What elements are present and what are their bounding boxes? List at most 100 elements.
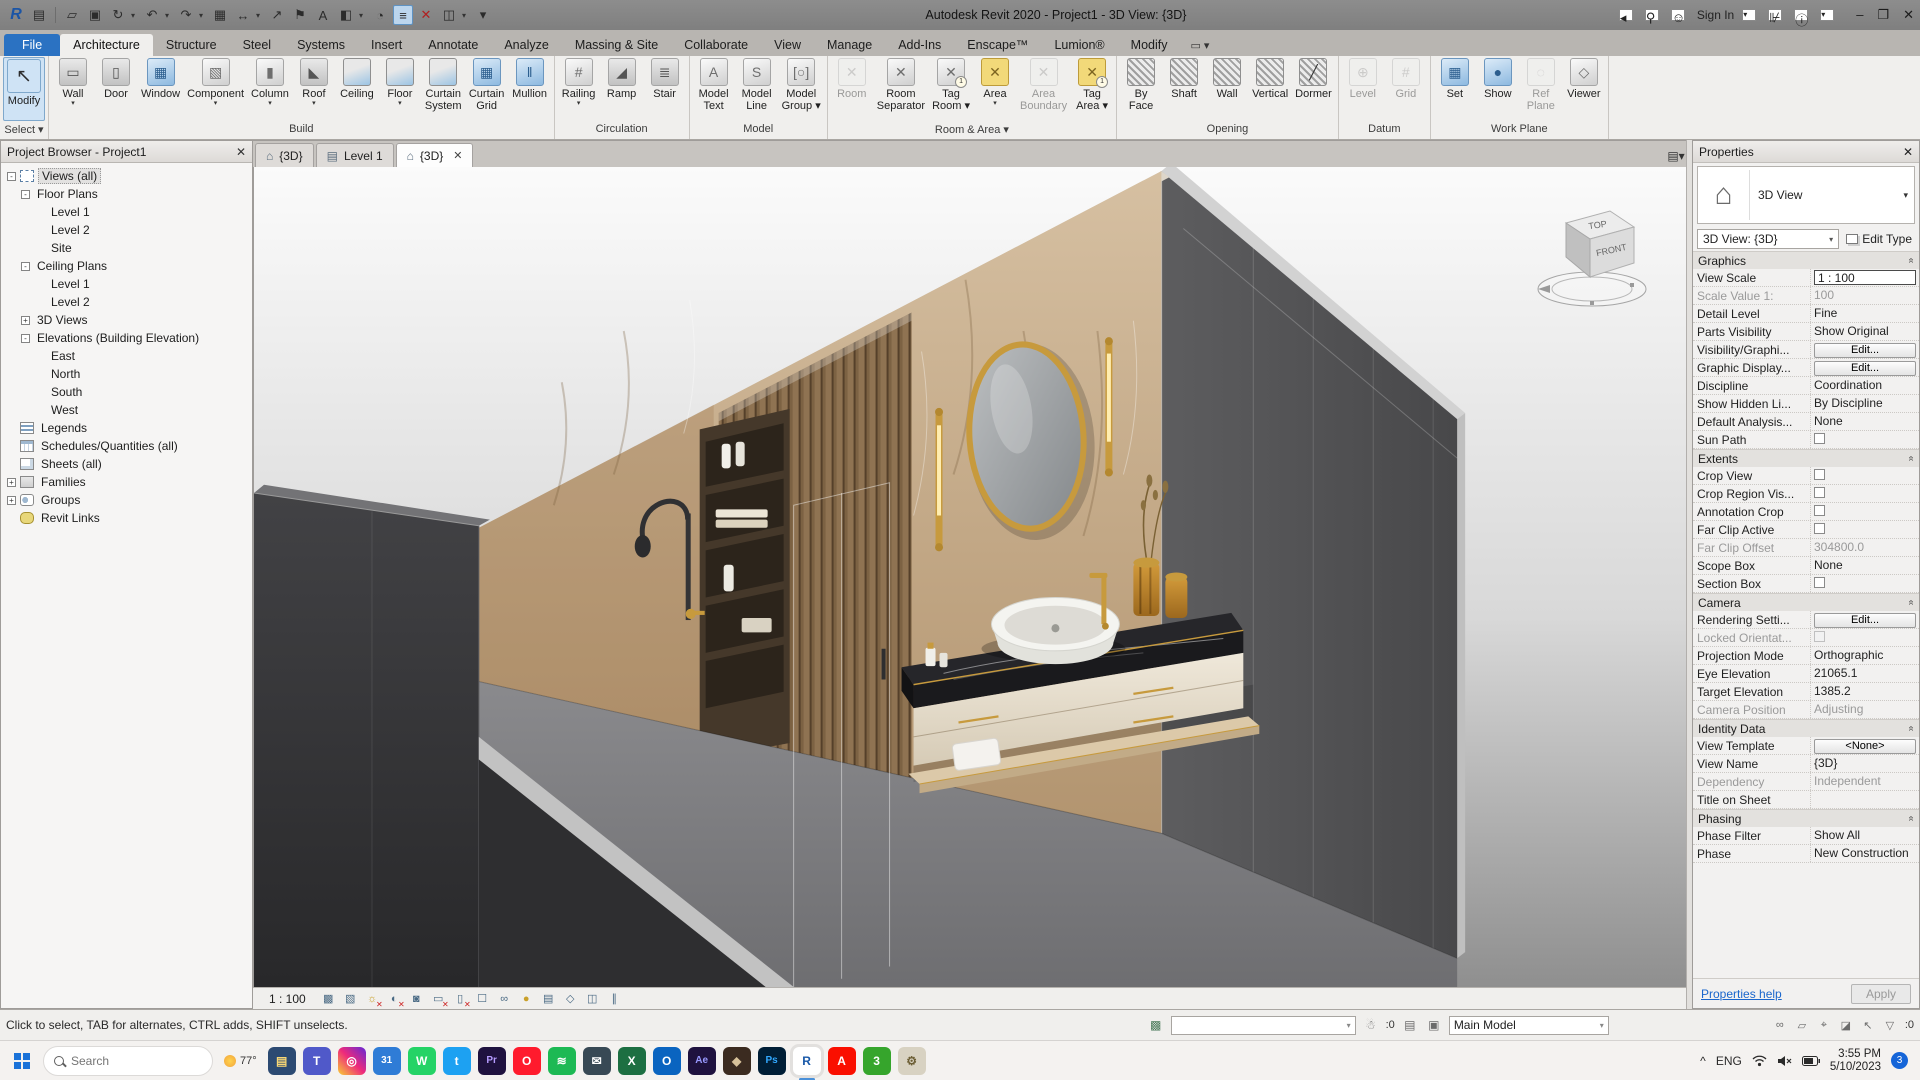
panel-label[interactable]: Opening (1117, 122, 1338, 139)
curtain-grid-button[interactable]: ▦ Curtain Grid (466, 57, 508, 121)
property-value[interactable]: Show Original (1811, 323, 1919, 340)
panel-label[interactable]: Model (690, 122, 827, 139)
tree-expander-plus-icon[interactable]: + (21, 315, 30, 325)
tree-item[interactable]: South (1, 383, 252, 401)
tag-by-category-icon[interactable]: ⚑ (290, 5, 310, 25)
analytical-model-icon[interactable]: ◇ (562, 991, 579, 1007)
set-button[interactable]: ▦ Set (1434, 57, 1476, 121)
property-value[interactable]: None (1811, 413, 1919, 430)
checkbox[interactable] (1814, 577, 1825, 588)
section-header-phasing[interactable]: Phasing « (1693, 809, 1919, 827)
model-line-button[interactable]: S Model Line (736, 57, 778, 121)
panel-label[interactable]: Circulation (555, 122, 689, 139)
temporary-hide-isolate-icon[interactable]: ∞ (496, 991, 513, 1007)
twitter-app-icon[interactable]: t (442, 1046, 471, 1075)
view-scale-button[interactable]: 1 : 100 (261, 991, 314, 1007)
property-value[interactable]: 100 (1811, 287, 1919, 304)
photoshop-app-icon[interactable]: Ps (757, 1046, 786, 1075)
model-text-button[interactable]: A Model Text (693, 57, 735, 121)
switch-windows-dropdown-icon[interactable]: ▾ (462, 11, 470, 20)
tree-expander-plus-icon[interactable]: + (7, 495, 16, 505)
tree-expander-minus-icon[interactable]: - (21, 333, 30, 343)
tree-item[interactable]: Level 1 (1, 203, 252, 221)
room-separator-button[interactable]: ✕ Room Separator (874, 57, 928, 121)
tree-item[interactable]: Level 1 (1, 275, 252, 293)
instagram-app-icon[interactable]: ◎ (337, 1046, 366, 1075)
undo-icon[interactable]: ↶ (142, 5, 162, 25)
select-pinned-icon[interactable]: ⌖ (1815, 1017, 1833, 1033)
wall-button[interactable]: Wall (1206, 57, 1248, 121)
render-app-app-icon[interactable]: ◆ (722, 1046, 751, 1075)
user-icon[interactable]: ☺ (1670, 9, 1685, 25)
window-button[interactable]: ▦ Window (138, 57, 183, 121)
property-edit-button[interactable]: Edit... (1814, 342, 1916, 358)
tree-item[interactable]: North (1, 365, 252, 383)
sign-in-button[interactable]: Sign In (1697, 8, 1734, 22)
panel-label[interactable]: Build (49, 122, 554, 139)
whatsapp-app-icon[interactable]: W (407, 1046, 436, 1075)
open-icon[interactable]: ▱ (62, 5, 82, 25)
after-effects-app-icon[interactable]: Ae (687, 1046, 716, 1075)
viewer-button[interactable]: ◇ Viewer (1563, 57, 1605, 121)
by-face-button[interactable]: By Face (1120, 57, 1162, 121)
properties-close-icon[interactable]: ✕ (1903, 145, 1913, 159)
editing-requests-icon[interactable]: ☃ (1362, 1017, 1380, 1033)
ribbon-tab-architecture[interactable]: Architecture (60, 34, 153, 56)
tree-expander-minus-icon[interactable]: - (21, 261, 30, 271)
detail-level-icon[interactable]: ▧ (342, 991, 359, 1007)
tree-item[interactable]: + Groups (1, 491, 252, 509)
property-value[interactable]: <None> (1811, 737, 1919, 754)
tree-item[interactable]: - Views (all) (1, 167, 252, 185)
thin-lines-icon[interactable]: ≡ (393, 5, 413, 25)
ribbon-tab-modify[interactable]: Modify (1118, 34, 1181, 56)
settings-app-icon[interactable]: ⚙ (897, 1046, 926, 1075)
tree-item[interactable]: Level 2 (1, 221, 252, 239)
dormer-button[interactable]: ╱ Dormer (1292, 57, 1335, 121)
floor-button[interactable]: Floor ▾ (379, 57, 421, 121)
calendar-app-icon[interactable]: 31 (372, 1046, 401, 1075)
property-value[interactable]: Edit... (1811, 341, 1919, 358)
wifi-icon[interactable] (1752, 1055, 1767, 1067)
select-by-face-icon[interactable]: ◪ (1837, 1017, 1855, 1033)
opera-app-icon[interactable]: O (512, 1046, 541, 1075)
property-input[interactable]: 1 : 100 (1814, 270, 1916, 285)
design-option-select[interactable]: Main Model ▾ (1448, 1015, 1609, 1035)
ribbon-tab-structure[interactable]: Structure (153, 34, 230, 56)
type-selector[interactable]: ⌂ 3D View ▾ (1697, 166, 1915, 224)
ribbon-tab-collaborate[interactable]: Collaborate (671, 34, 761, 56)
property-value[interactable]: 21065.1 (1811, 665, 1919, 682)
tree-item[interactable]: West (1, 401, 252, 419)
property-value[interactable]: 1 : 100 (1811, 269, 1919, 286)
checkbox[interactable] (1814, 433, 1825, 444)
ribbon-tab-massing-site[interactable]: Massing & Site (562, 34, 671, 56)
close-hidden-windows-icon[interactable]: ✕ (416, 5, 436, 25)
selection-filter-icon[interactable]: ▽ (1881, 1017, 1899, 1033)
view-tab-2[interactable]: ⌂ {3D} ✕ (395, 143, 474, 167)
view-tab-0[interactable]: ⌂ {3D} (255, 143, 314, 167)
mullion-button[interactable]: ‖ Mullion (509, 57, 551, 121)
modify-button[interactable]: ↖ Modify (3, 57, 45, 121)
vertical-button[interactable]: Vertical (1249, 57, 1291, 121)
roof-button[interactable]: ◣ Roof ▾ (293, 57, 335, 121)
property-value[interactable] (1811, 791, 1919, 808)
tree-expander-minus-icon[interactable]: - (21, 189, 30, 199)
drawing-area[interactable]: TOP FRONT (253, 167, 1686, 987)
design-options-icon[interactable]: ▤ (1401, 1017, 1419, 1033)
volume-muted-icon[interactable] (1777, 1055, 1792, 1067)
section-header-graphics[interactable]: Graphics « (1693, 251, 1919, 269)
measure-icon[interactable]: ↔ (233, 5, 253, 25)
property-value[interactable]: None (1811, 557, 1919, 574)
revit-logo-icon[interactable]: R (6, 5, 26, 25)
ribbon-display-toggle[interactable]: ▭ ▾ (1186, 35, 1213, 56)
revit-app-icon[interactable]: R (792, 1046, 821, 1080)
property-value[interactable] (1811, 521, 1919, 538)
checkbox[interactable] (1814, 469, 1825, 480)
property-edit-button[interactable]: <None> (1814, 738, 1916, 754)
render-dialog-icon[interactable]: ◙ (408, 991, 425, 1007)
language-indicator[interactable]: ENG (1716, 1054, 1742, 1068)
teams-app-icon[interactable]: T (302, 1046, 331, 1075)
view-tab-1[interactable]: ▤ Level 1 (315, 143, 394, 167)
view-selector-combo[interactable]: 3D View: {3D} ▾ (1697, 229, 1840, 249)
view-cube[interactable]: TOP FRONT (1530, 201, 1660, 319)
tray-expand-icon[interactable]: ^ (1700, 1054, 1706, 1068)
